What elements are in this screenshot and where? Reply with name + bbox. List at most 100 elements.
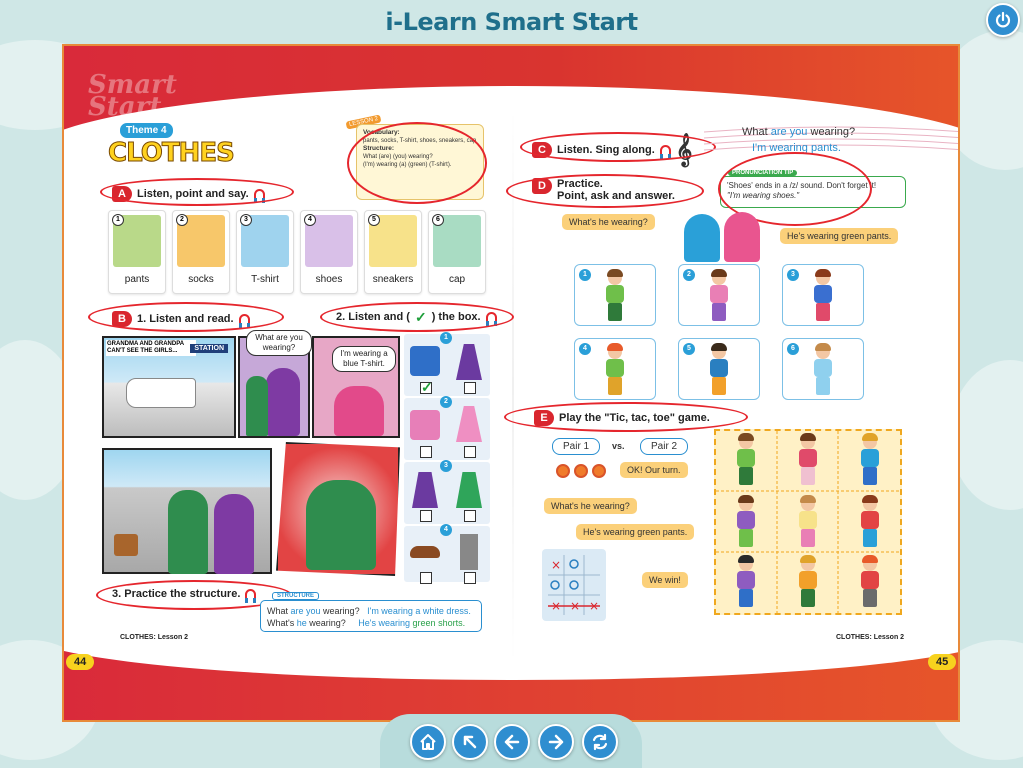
- comic-panel-4: [102, 448, 272, 574]
- checkbox[interactable]: [464, 446, 476, 458]
- kid-card[interactable]: 6: [782, 338, 864, 400]
- box-number: 4: [440, 524, 452, 536]
- checkbox[interactable]: [420, 510, 432, 522]
- app-title: i-Learn Smart Start: [385, 8, 638, 36]
- previous-icon: [504, 734, 520, 750]
- boy-illustration: [603, 269, 627, 323]
- vocab-highlight-ellipse: [347, 122, 487, 204]
- card-number: 4: [304, 214, 316, 226]
- checkbox[interactable]: [464, 382, 476, 394]
- checkmark-icon: ✓: [421, 379, 433, 395]
- checkbox[interactable]: [420, 446, 432, 458]
- structure-tag: STRUCTURE: [272, 592, 319, 600]
- grid-kid-illustration[interactable]: [796, 495, 820, 549]
- previous-page-button[interactable]: [494, 724, 530, 760]
- vocab-card[interactable]: 3 T-shirt: [236, 210, 294, 294]
- structure-highlight: a white dress.: [415, 606, 471, 616]
- vocab-card[interactable]: 2 socks: [172, 210, 230, 294]
- kid-card[interactable]: 1: [574, 264, 656, 326]
- home-button[interactable]: [410, 724, 446, 760]
- home-icon: [420, 734, 436, 750]
- checkbox[interactable]: [420, 572, 432, 584]
- pair-1-label: Pair 1: [552, 438, 601, 455]
- kid-card[interactable]: 5: [678, 338, 760, 400]
- turn-token: [556, 464, 570, 478]
- girl-illustration: [811, 269, 835, 323]
- suitcase-illustration: [114, 534, 138, 556]
- grid-kid-illustration[interactable]: [858, 433, 882, 487]
- structure-box: What are you wearing? I'm wearing a whit…: [260, 600, 482, 632]
- kid-card[interactable]: 3: [782, 264, 864, 326]
- grid-kid-illustration[interactable]: [858, 555, 882, 609]
- pair-2-label: Pair 2: [640, 438, 689, 455]
- grandma-illustration: [168, 490, 208, 574]
- box-number: 3: [440, 460, 452, 472]
- comic-panel-5: [276, 442, 400, 576]
- grid-kid-illustration[interactable]: [734, 495, 758, 549]
- card-number: 1: [112, 214, 124, 226]
- card-number: 2: [176, 214, 188, 226]
- structure-highlight: green shorts.: [412, 618, 466, 628]
- comic-panel-1: GRANDMA AND GRANDPA CAN'T SEE THE GIRLS.…: [102, 336, 236, 438]
- song-line-1: What are you wearing?: [742, 126, 855, 138]
- grid-kid-illustration[interactable]: [796, 555, 820, 609]
- next-icon: [548, 734, 564, 750]
- checkbox[interactable]: [464, 510, 476, 522]
- smart-start-logo: Smart Start: [88, 70, 177, 122]
- refresh-button[interactable]: [582, 724, 618, 760]
- vocab-card[interactable]: 6 cap: [428, 210, 486, 294]
- grid-kid-illustration[interactable]: [796, 433, 820, 487]
- next-page-button[interactable]: [538, 724, 574, 760]
- song-text: What: [742, 126, 771, 138]
- speech-bubble-answer: I'm wearing a blue T-shirt.: [332, 346, 396, 372]
- vocab-card[interactable]: 1 pants: [108, 210, 166, 294]
- checkbox[interactable]: [464, 572, 476, 584]
- kid-number: 6: [787, 343, 799, 355]
- card-word: pants: [124, 274, 150, 285]
- power-button[interactable]: [986, 3, 1020, 37]
- refresh-icon: [592, 733, 608, 751]
- speech-bubble-question: What are you wearing?: [246, 330, 312, 356]
- kid-card[interactable]: 4: [574, 338, 656, 400]
- structure-line-2: What's he wearing? He's wearing green sh…: [267, 617, 475, 629]
- grid-kid-illustration[interactable]: [734, 433, 758, 487]
- textbook-spread[interactable]: Smart Start Theme 4 CLOTHES LESSON 2 Voc…: [62, 44, 960, 722]
- card-number: 3: [240, 214, 252, 226]
- structure-text: What's: [267, 618, 297, 628]
- kid-card[interactable]: 2: [678, 264, 760, 326]
- girl-illustration: [724, 212, 760, 262]
- pink-tshirt-picture: [410, 410, 440, 440]
- kid-number: 4: [579, 343, 591, 355]
- structure-highlight: are you: [290, 606, 321, 616]
- comic-caption: GRANDMA AND GRANDPA CAN'T SEE THE GIRLS.…: [106, 340, 196, 356]
- box-number: 2: [440, 396, 452, 408]
- section-e-ellipse: [504, 402, 748, 432]
- first-page-button[interactable]: [452, 724, 488, 760]
- card-number: 5: [368, 214, 380, 226]
- theme-badge: Theme 4: [119, 122, 174, 139]
- blue-tshirt-picture: [410, 346, 440, 376]
- card-word: T-shirt: [251, 274, 279, 285]
- kid-number: 1: [579, 269, 591, 281]
- background-cloud: [950, 360, 1023, 510]
- grid-kid-illustration[interactable]: [858, 495, 882, 549]
- hug-illustration: [306, 480, 376, 570]
- vocab-card[interactable]: 5 sneakers: [364, 210, 422, 294]
- kid-number: 2: [683, 269, 695, 281]
- box-number: 1: [440, 332, 452, 344]
- answer-bubble: He's wearing green pants.: [576, 524, 695, 540]
- card-word: shoes: [315, 274, 343, 285]
- tic-tac-toe-grid: [714, 429, 902, 615]
- vocab-card[interactable]: 4 shoes: [300, 210, 358, 294]
- structure-text: wearing?: [306, 618, 346, 628]
- grid-kid-illustration[interactable]: [734, 555, 758, 609]
- right-footer-lesson: CLOTHES: Lesson 2: [836, 634, 905, 641]
- girl-illustration: [707, 269, 731, 323]
- structure-text: He's wearing: [358, 618, 413, 628]
- tic-tac-toe-board: × × × ×: [542, 549, 606, 621]
- section-b-part2-ellipse: [320, 302, 514, 332]
- checkbox-checked[interactable]: ✓: [420, 379, 433, 395]
- structure-text: What: [267, 606, 291, 616]
- card-word: cap: [448, 274, 466, 285]
- card-word: sneakers: [372, 274, 414, 285]
